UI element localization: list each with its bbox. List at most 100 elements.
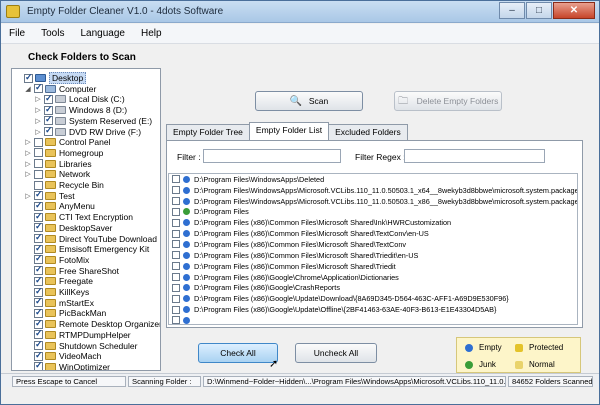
tree-item-checkbox[interactable]: [34, 318, 43, 329]
tree-item-label: Emsisoft Emergency Kit: [59, 244, 150, 255]
tree-item-checkbox[interactable]: [34, 232, 43, 243]
tree-item-checkbox[interactable]: [34, 350, 43, 361]
close-button[interactable]: ✕: [553, 2, 595, 19]
tree-item-checkbox[interactable]: [34, 82, 43, 94]
expand-toggle-icon[interactable]: ▷: [34, 128, 42, 136]
tree-item-checkbox[interactable]: [34, 307, 43, 318]
list-item[interactable]: D:\Program Files (x86)\Common Files\Micr…: [169, 239, 577, 250]
expand-toggle-icon[interactable]: ◢: [24, 85, 32, 93]
list-item[interactable]: D:\Program Files (x86)\Google\Chrome\App…: [169, 272, 577, 283]
tree-item-checkbox[interactable]: [34, 221, 43, 233]
tree-item-checkbox[interactable]: [44, 114, 53, 126]
list-item-checkbox[interactable]: [172, 273, 180, 282]
list-item-checkbox[interactable]: [172, 207, 180, 216]
list-item-checkbox[interactable]: [172, 218, 180, 227]
expand-toggle-icon[interactable]: ▷: [24, 160, 32, 168]
tree-item-checkbox[interactable]: [34, 360, 43, 370]
menu-file[interactable]: File: [1, 28, 33, 39]
expand-toggle-icon[interactable]: ▷: [24, 192, 32, 200]
list-item-checkbox[interactable]: [172, 186, 180, 195]
tree-item-checkbox[interactable]: [34, 169, 43, 179]
list-item[interactable]: D:\Program Files\WindowsApps\Microsoft.V…: [169, 196, 577, 207]
tree-item-checkbox[interactable]: [34, 159, 43, 169]
tree-item-checkbox[interactable]: [34, 189, 43, 201]
tree-item-checkbox[interactable]: [34, 328, 43, 340]
filter-regex-input[interactable]: [404, 149, 545, 163]
folder-tree[interactable]: Desktop◢Computer▷Local Disk (C:)▷Windows…: [11, 68, 161, 371]
tree-item-label: AnyMenu: [59, 201, 95, 212]
list-item-checkbox[interactable]: [172, 294, 180, 303]
list-item[interactable]: D:\Program Files: [169, 207, 577, 218]
tab-empty-folder-list[interactable]: Empty Folder List: [248, 122, 330, 140]
tree-item-checkbox[interactable]: [34, 264, 43, 276]
list-item[interactable]: D:\Program Files (x86)\Common Files\Micr…: [169, 228, 577, 239]
list-item[interactable]: D:\Program Files\WindowsApps\Deleted: [169, 174, 577, 185]
tree-item-checkbox[interactable]: [34, 200, 43, 211]
tree-item[interactable]: WinOptimizer: [24, 360, 110, 370]
tab-empty-folder-tree[interactable]: Empty Folder Tree: [166, 124, 250, 140]
status-legend: Empty Protected Junk Normal: [456, 337, 581, 373]
app-folder-icon: [6, 5, 20, 18]
filter-input[interactable]: [203, 149, 341, 163]
scan-button[interactable]: 🔍 Scan: [255, 91, 363, 111]
tree-item-label: mStartEx: [59, 297, 94, 308]
empty-dot-icon: [183, 240, 190, 248]
list-item-checkbox[interactable]: [172, 197, 180, 206]
tree-item-checkbox[interactable]: [34, 286, 43, 297]
list-item[interactable]: D:\Program Files (x86)\Google\CrashRepor…: [169, 282, 577, 293]
tree-item-checkbox[interactable]: [34, 180, 43, 190]
scanning-path: D:\Winmend~Folder~Hidden\...\Program Fil…: [203, 376, 506, 387]
expand-toggle-icon[interactable]: ▷: [34, 95, 42, 103]
list-item[interactable]: D:\Program Files (x86)\Common Files\Micr…: [169, 250, 577, 261]
list-item-checkbox[interactable]: [172, 240, 180, 249]
tree-item-checkbox[interactable]: [34, 296, 43, 308]
tree-item-checkbox[interactable]: [34, 253, 43, 265]
maximize-button[interactable]: □: [526, 2, 552, 19]
list-item-checkbox[interactable]: [172, 175, 180, 184]
empty-folder-list[interactable]: D:\Program Files\WindowsApps\Deleted D:\P…: [168, 173, 578, 325]
title-bar[interactable]: Empty Folder Cleaner V1.0 - 4dots Softwa…: [1, 1, 599, 23]
tree-item-checkbox[interactable]: [34, 243, 43, 254]
tree-item-label: Free ShareShot: [59, 265, 120, 276]
tree-item-checkbox[interactable]: [34, 137, 43, 147]
tree-item-checkbox[interactable]: [34, 211, 43, 222]
expand-toggle-icon[interactable]: ▷: [24, 149, 32, 157]
menu-language[interactable]: Language: [72, 28, 133, 39]
check-all-button[interactable]: Check All: [198, 343, 278, 363]
expand-toggle-icon[interactable]: ▷: [34, 106, 42, 114]
menu-tools[interactable]: Tools: [33, 28, 72, 39]
empty-dot-icon: [465, 343, 473, 352]
tree-item-checkbox[interactable]: [24, 72, 33, 83]
tree-item-checkbox[interactable]: [34, 339, 43, 350]
list-item-checkbox[interactable]: [172, 283, 180, 292]
tab-excluded-folders[interactable]: Excluded Folders: [328, 124, 408, 140]
uncheck-all-button[interactable]: Uncheck All: [295, 343, 377, 363]
list-item-checkbox[interactable]: [172, 251, 180, 260]
list-item[interactable]: D:\Program Files (x86)\Common Files\Micr…: [169, 261, 577, 272]
list-item[interactable]: D:\Program Files (x86)\Google\Update\Off…: [169, 304, 577, 315]
expand-toggle-icon[interactable]: ▷: [24, 138, 32, 146]
delete-button-label: Delete Empty Folders: [416, 96, 499, 106]
list-item[interactable]: D:\Program Files (x86)\Google\Update\Dow…: [169, 293, 577, 304]
tree-item-checkbox[interactable]: [44, 104, 53, 115]
list-item-path: D:\Program Files (x86)\Google\CrashRepor…: [194, 283, 340, 293]
list-item[interactable]: D:\Program Files\WindowsApps\Microsoft.V…: [169, 185, 577, 196]
delete-folder-icon: 🗀: [398, 95, 409, 107]
list-item-checkbox[interactable]: [172, 262, 180, 271]
minimize-button[interactable]: –: [499, 2, 525, 19]
expand-toggle-icon[interactable]: ▷: [34, 117, 42, 125]
expand-toggle-icon[interactable]: ▷: [24, 170, 32, 178]
tree-item-label: Libraries: [59, 158, 92, 169]
tree-item-checkbox[interactable]: [34, 275, 43, 286]
tree-item-checkbox[interactable]: [44, 125, 53, 136]
delete-empty-folders-button[interactable]: 🗀 Delete Empty Folders: [394, 91, 502, 111]
tree-item-checkbox[interactable]: [44, 93, 53, 104]
menu-help[interactable]: Help: [133, 28, 170, 39]
list-item-checkbox[interactable]: [172, 305, 180, 314]
list-item-path: D:\Program Files (x86)\Google\Update\Off…: [194, 305, 497, 315]
list-item[interactable]: D:\Program Files (x86)\Common Files\Micr…: [169, 217, 577, 228]
list-item-checkbox[interactable]: [172, 316, 180, 324]
list-item[interactable]: [169, 315, 577, 324]
list-item-checkbox[interactable]: [172, 229, 180, 238]
tree-item-checkbox[interactable]: [34, 148, 43, 158]
